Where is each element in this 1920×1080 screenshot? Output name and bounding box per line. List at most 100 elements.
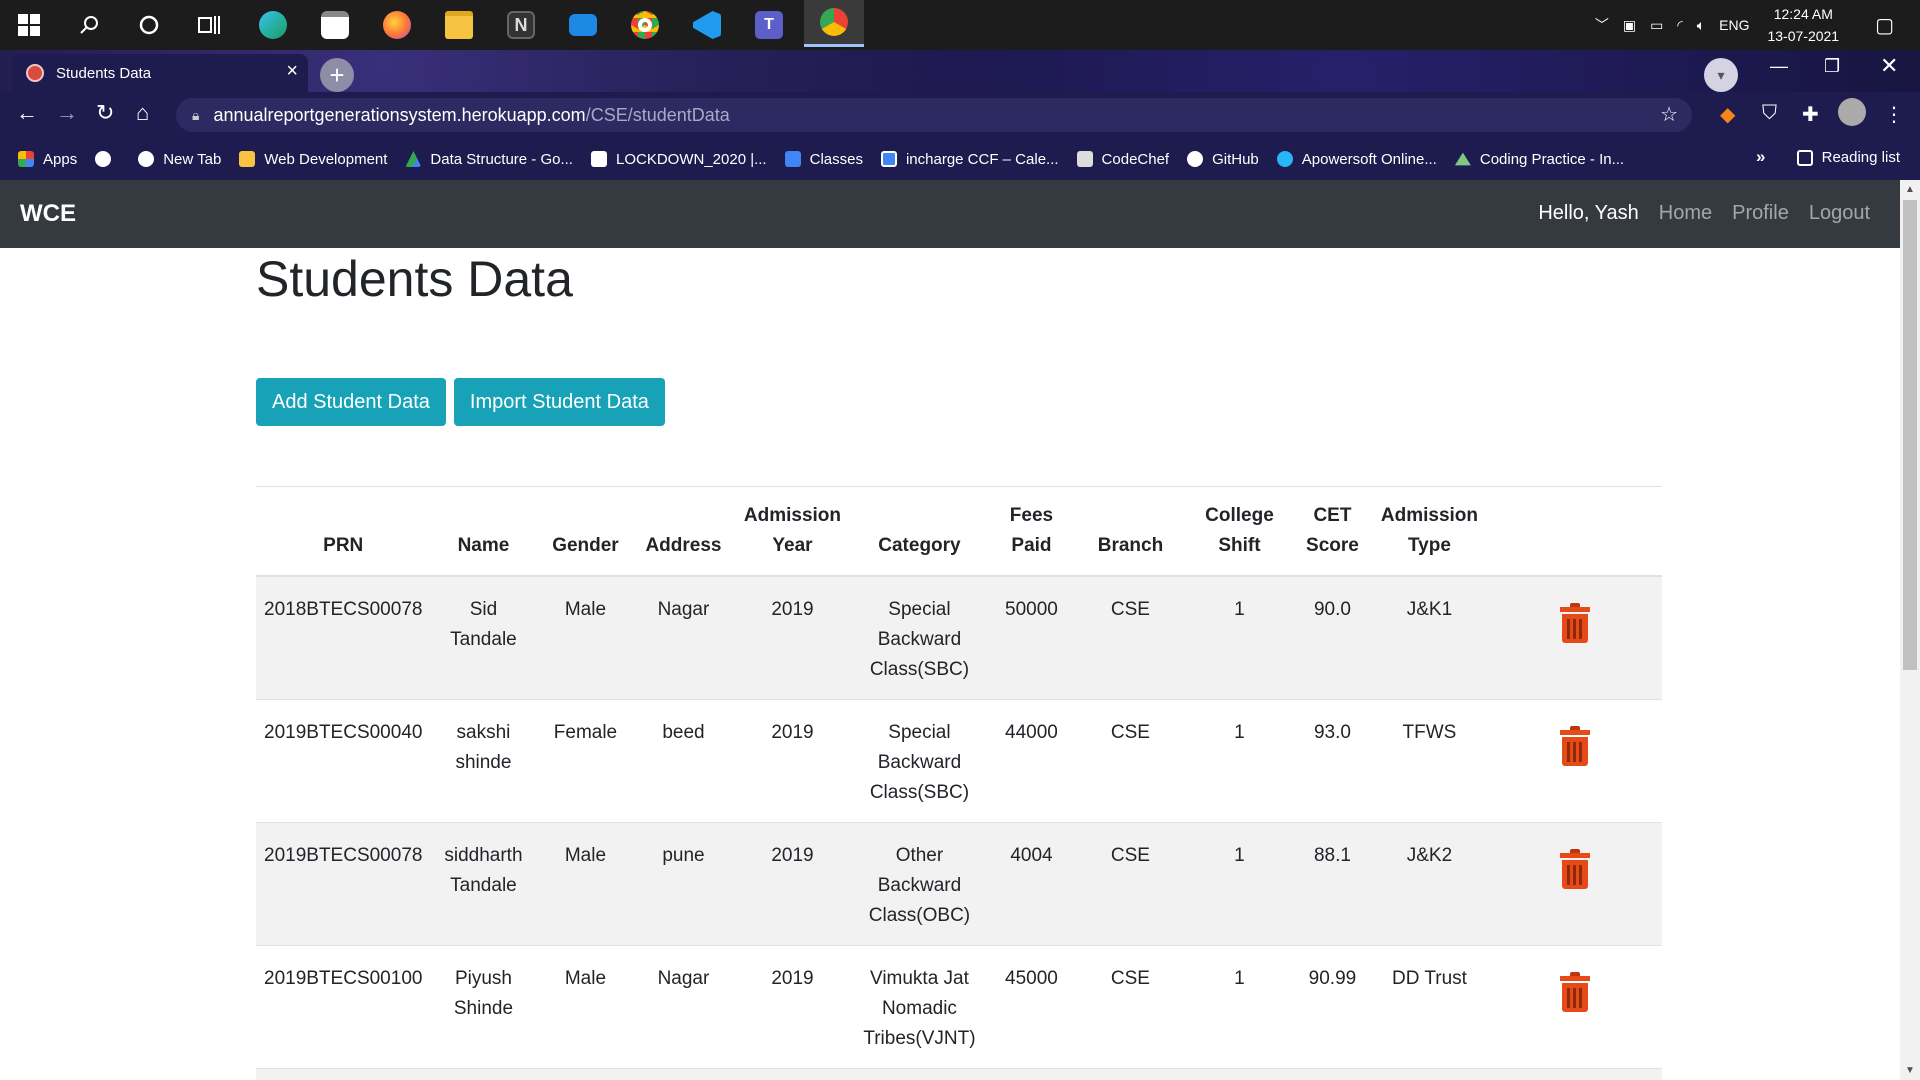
- codechef-icon: [1076, 151, 1093, 167]
- bookmark-web-development[interactable]: Web Development: [239, 151, 387, 168]
- bookmark-codechef[interactable]: CodeChef: [1076, 151, 1169, 168]
- table-header-row: PRN Name Gender Address Admission Year C…: [256, 486, 1662, 577]
- cell-fees-paid: 45000: [986, 945, 1077, 1069]
- cortana-icon[interactable]: [124, 5, 174, 45]
- cell-name: Piyush Shinde: [430, 945, 537, 1069]
- battery-icon[interactable]: ▭: [1650, 17, 1663, 34]
- column-header-admission-type: Admission Type: [1370, 486, 1489, 577]
- profile-avatar-icon[interactable]: [1838, 98, 1866, 126]
- device-icon[interactable]: ▣: [1623, 17, 1636, 34]
- edge-icon[interactable]: [248, 5, 298, 45]
- new-tab-button[interactable]: +: [320, 58, 354, 92]
- close-tab-icon[interactable]: ×: [286, 60, 298, 83]
- calendar-icon: [880, 151, 897, 167]
- cell-admission-year: 2019: [732, 945, 853, 1069]
- cell-prn: 2018BTECS00078: [256, 575, 431, 700]
- scroll-up-icon[interactable]: ▲: [1905, 184, 1915, 195]
- cell-admission-type: J&K1: [1370, 575, 1489, 700]
- lock-icon[interactable]: 🔒︎: [192, 107, 199, 124]
- cell-branch: CSE: [1076, 945, 1185, 1069]
- column-header-admission-year: Admission Year: [732, 486, 853, 577]
- delete-trash-icon[interactable]: [1560, 726, 1591, 766]
- forward-icon[interactable]: →: [56, 100, 78, 126]
- add-student-button[interactable]: Add Student Data: [256, 378, 446, 426]
- scroll-down-icon[interactable]: ▼: [1905, 1065, 1915, 1076]
- task-view-icon[interactable]: [184, 5, 234, 45]
- tray-chevron-icon[interactable]: ﹀: [1595, 15, 1609, 35]
- browser-menu-icon[interactable]: ⋮: [1884, 102, 1904, 127]
- nav-home-link[interactable]: Home: [1659, 202, 1712, 225]
- bookmark-classes[interactable]: Classes: [784, 151, 863, 168]
- home-icon[interactable]: ⌂: [136, 100, 149, 126]
- page-scrollbar[interactable]: ▲ ▼: [1900, 180, 1920, 1080]
- cell-cet-score: 90.99: [1294, 945, 1371, 1069]
- clock-time: 12:24 AM: [1773, 6, 1833, 22]
- bookmark-apowersoft[interactable]: Apowersoft Online...: [1276, 151, 1437, 168]
- tab-title: Students Data: [56, 64, 152, 82]
- delete-trash-icon[interactable]: [1560, 849, 1591, 889]
- cell-cet-score: 93.0: [1294, 699, 1371, 823]
- delete-trash-icon[interactable]: [1560, 603, 1591, 643]
- teams-icon[interactable]: T: [744, 5, 794, 45]
- reading-list-button[interactable]: Reading list: [1796, 149, 1900, 166]
- more-bookmarks-icon[interactable]: »: [1756, 147, 1765, 167]
- url-host: annualreportgenerationsystem.herokuapp.c…: [213, 104, 586, 125]
- notion-icon[interactable]: N: [496, 5, 546, 45]
- firefox-icon[interactable]: [372, 5, 422, 45]
- cell-fees-paid: 4004: [986, 822, 1077, 946]
- bookmark-coding-practice[interactable]: Coding Practice - In...: [1454, 151, 1624, 168]
- windows-start-icon[interactable]: [4, 5, 54, 45]
- volume-icon[interactable]: 🔈︎: [1697, 17, 1705, 34]
- cell-actions: [1488, 822, 1662, 946]
- extensions-puzzle-icon[interactable]: ✚: [1802, 102, 1819, 127]
- scrollbar-thumb[interactable]: [1903, 200, 1917, 670]
- bookmark-incharge-ccf[interactable]: incharge CCF – Cale...: [880, 150, 1059, 168]
- bookmark-globe[interactable]: [95, 151, 120, 167]
- nav-logout-link[interactable]: Logout: [1809, 202, 1870, 225]
- vscode-icon[interactable]: [682, 5, 732, 45]
- brand-logo[interactable]: WCE: [20, 200, 76, 228]
- reload-icon[interactable]: ↻: [96, 100, 114, 126]
- windows-taskbar: N T ﹀ ▣ ▭ ◜ 🔈︎ ENG 12:24 AM 13-07-2021 ▢: [0, 0, 1920, 50]
- table-row: [256, 1068, 1662, 1080]
- url-path: /CSE/studentData: [585, 104, 730, 125]
- metamask-extension-icon[interactable]: ◆: [1720, 102, 1735, 127]
- bookmark-star-icon[interactable]: ☆: [1660, 102, 1678, 127]
- mail-icon[interactable]: [558, 5, 608, 45]
- minimize-icon[interactable]: —: [1770, 56, 1788, 77]
- close-window-icon[interactable]: ✕: [1880, 53, 1898, 79]
- back-icon[interactable]: ←: [16, 100, 38, 126]
- folder-icon: [239, 151, 256, 167]
- address-bar[interactable]: 🔒︎ annualreportgenerationsystem.herokuap…: [176, 98, 1692, 132]
- bookmark-label: incharge CCF – Cale...: [905, 150, 1059, 168]
- cell-branch: CSE: [1076, 822, 1185, 946]
- nav-profile-link[interactable]: Profile: [1732, 202, 1789, 225]
- reading-list-icon: [1796, 149, 1813, 166]
- tab-students-data[interactable]: Students Data ×: [12, 54, 308, 92]
- chrome-profile-icon[interactable]: [804, 0, 864, 47]
- column-header-category: Category: [852, 486, 987, 577]
- google-drive-icon: [405, 151, 422, 167]
- notifications-icon[interactable]: ▢: [1875, 13, 1894, 38]
- store-icon[interactable]: [310, 5, 360, 45]
- cell-college-shift: 1: [1184, 699, 1295, 823]
- bookmark-lockdown[interactable]: LOCKDOWN_2020 |...: [590, 151, 767, 168]
- tab-search-icon[interactable]: ▾: [1704, 58, 1738, 92]
- nav-links: Hello, Yash Home Profile Logout: [1518, 202, 1870, 225]
- import-student-button[interactable]: Import Student Data: [453, 378, 665, 426]
- bookmark-apps[interactable]: Apps: [18, 151, 77, 168]
- shield-extension-icon[interactable]: ⛉: [1762, 102, 1777, 125]
- column-header-name: Name: [430, 486, 537, 577]
- search-icon[interactable]: [64, 5, 114, 45]
- delete-trash-icon[interactable]: [1560, 972, 1591, 1012]
- cell-gender: Male: [536, 945, 635, 1069]
- wifi-icon[interactable]: ◜: [1677, 17, 1682, 34]
- bookmark-data-structure[interactable]: Data Structure - Go...: [405, 151, 573, 168]
- bookmark-new-tab[interactable]: New Tab: [138, 151, 221, 168]
- bookmark-github[interactable]: GitHub: [1187, 151, 1259, 168]
- file-explorer-icon[interactable]: [434, 5, 484, 45]
- restore-icon[interactable]: ❐: [1824, 56, 1840, 77]
- chrome-icon[interactable]: [620, 5, 670, 45]
- language-indicator[interactable]: ENG: [1719, 17, 1749, 33]
- clock[interactable]: 12:24 AM 13-07-2021: [1767, 3, 1839, 47]
